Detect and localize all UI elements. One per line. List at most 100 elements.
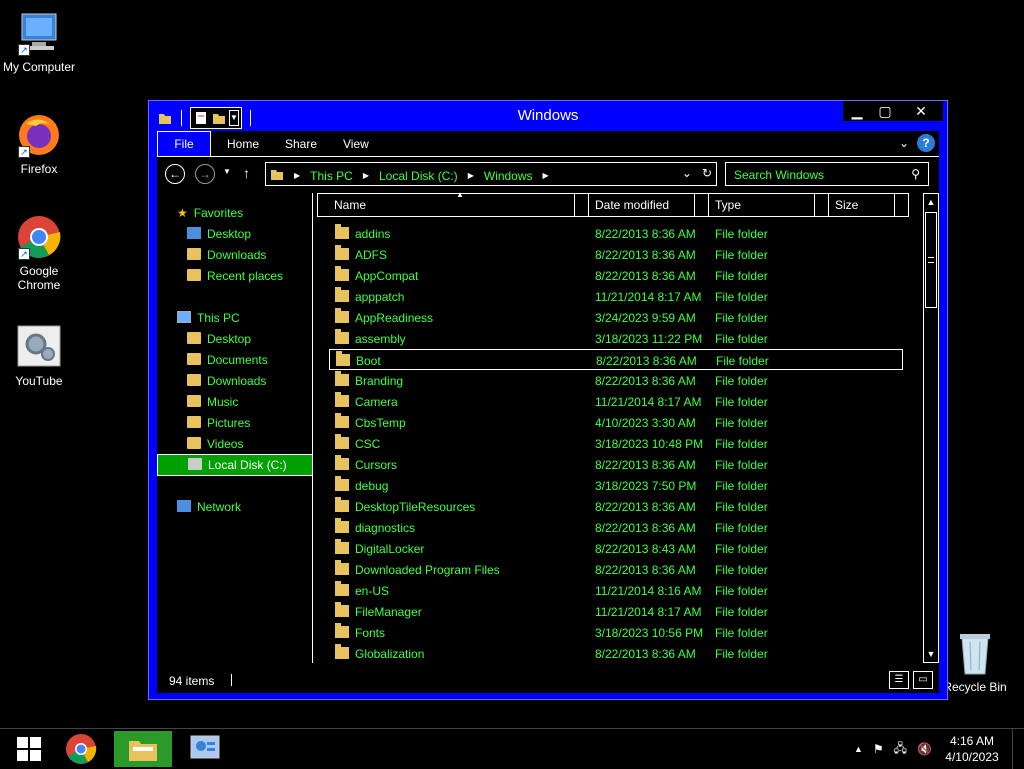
folder-icon (335, 329, 349, 344)
table-row[interactable]: CbsTemp 4/10/2023 3:30 AM File folder (329, 412, 903, 433)
nav-pc-documents[interactable]: Documents (187, 350, 268, 370)
vertical-scrollbar[interactable]: ▲ ▼ (923, 193, 939, 663)
table-row[interactable]: Fonts 3/18/2023 10:56 PM File folder (329, 622, 903, 643)
table-row[interactable]: diagnostics 8/22/2013 8:36 AM File folder (329, 517, 903, 538)
table-row[interactable]: assembly 3/18/2023 11:22 PM File folder (329, 328, 903, 349)
column-date[interactable]: Date modified (595, 198, 669, 212)
table-row[interactable]: Branding 8/22/2013 8:36 AM File folder (329, 370, 903, 391)
nav-fav-desktop[interactable]: Desktop (187, 224, 251, 244)
breadcrumb-windows[interactable]: Windows (484, 169, 533, 183)
address-bar[interactable]: ▶ This PC ▶ Local Disk (C:) ▶ Windows ▶ … (265, 162, 717, 186)
desktop-icon-firefox[interactable]: ↗ Firefox (0, 112, 78, 176)
scroll-thumb[interactable] (925, 212, 937, 308)
close-button[interactable]: ✕ (899, 101, 943, 121)
table-row[interactable]: apppatch 11/21/2014 8:17 AM File folder (329, 286, 903, 307)
refresh-icon[interactable]: ↻ (702, 166, 712, 180)
search-icon: ⚲ (911, 167, 920, 181)
nav-network[interactable]: Network (177, 497, 241, 517)
tab-view[interactable]: View (343, 137, 369, 151)
title-bar[interactable]: ▼ Windows ▁ ▢ ✕ (149, 101, 947, 131)
file-date: 8/22/2013 8:36 AM (595, 647, 696, 661)
file-name: DigitalLocker (355, 542, 425, 556)
maximize-button[interactable]: ▢ (871, 101, 899, 121)
table-row[interactable]: Globalization 8/22/2013 8:36 AM File folde… (329, 643, 903, 664)
forward-button[interactable]: → (195, 164, 215, 184)
table-row[interactable]: AppCompat 8/22/2013 8:36 AM File folder (329, 265, 903, 286)
tab-share[interactable]: Share (285, 137, 317, 151)
clock[interactable]: 4:16 AM 4/10/2023 (942, 733, 1002, 765)
table-row[interactable]: Camera 11/21/2014 8:17 AM File folder (329, 391, 903, 412)
large-icons-view-icon[interactable]: ▭ (913, 671, 933, 689)
chevron-down-icon[interactable]: ⌄ (682, 166, 692, 180)
table-row[interactable]: en-US 11/21/2014 8:16 AM File folder (329, 580, 903, 601)
show-hidden-icons-icon[interactable]: ▲ (854, 744, 863, 754)
tab-home[interactable]: Home (227, 137, 259, 151)
table-row[interactable]: CSC 3/18/2023 10:48 PM File folder (329, 433, 903, 454)
file-name: apppatch (355, 290, 405, 304)
drive-icon (188, 458, 202, 470)
desktop-icon-chrome[interactable]: ↗ Google Chrome (0, 214, 78, 292)
table-row[interactable]: addins 8/22/2013 8:36 AM File folder (329, 223, 903, 244)
scroll-up-icon[interactable]: ▲ (924, 194, 938, 210)
column-name[interactable]: Name (334, 198, 366, 212)
search-input[interactable]: Search Windows ⚲ (725, 162, 929, 186)
nav-pc-videos[interactable]: Videos (187, 434, 243, 454)
desktop-icon-youtube[interactable]: YouTube (0, 324, 78, 388)
show-desktop-button[interactable] (1012, 729, 1018, 769)
table-row[interactable]: debug 3/18/2023 7:50 PM File folder (329, 475, 903, 496)
table-row[interactable]: FileManager 11/21/2014 8:17 AM File folder (329, 601, 903, 622)
details-view-icon[interactable]: ☰ (889, 671, 909, 689)
volume-muted-icon[interactable]: 🔇 (917, 742, 932, 756)
back-button[interactable]: ← (165, 164, 185, 184)
nav-pc-downloads[interactable]: Downloads (187, 371, 266, 391)
minimize-button[interactable]: ▁ (843, 101, 871, 121)
up-arrow-icon[interactable]: ↑ (243, 165, 250, 181)
table-row[interactable]: Boot 8/22/2013 8:36 AM File folder (329, 349, 903, 370)
clock-time: 4:16 AM (949, 734, 995, 748)
gear-settings-icon (16, 324, 62, 370)
desktop-icon-my-computer[interactable]: ↗ My Computer (0, 10, 78, 74)
nav-fav-downloads[interactable]: Downloads (187, 245, 266, 265)
scroll-down-icon[interactable]: ▼ (924, 646, 938, 662)
nav-this-pc[interactable]: This PC (177, 308, 240, 328)
taskbar-control-panel[interactable] (176, 731, 234, 767)
action-center-flag-icon[interactable]: ⚑ (873, 742, 884, 756)
table-row[interactable]: ADFS 8/22/2013 8:36 AM File folder (329, 244, 903, 265)
table-row[interactable]: AppReadiness 3/24/2023 9:59 AM File folder (329, 307, 903, 328)
nav-pc-music[interactable]: Music (187, 392, 238, 412)
file-date: 3/18/2023 7:50 PM (595, 479, 697, 493)
folder-icon (335, 581, 349, 596)
nav-fav-recent[interactable]: Recent places (187, 266, 283, 286)
nav-pc-pictures[interactable]: Pictures (187, 413, 250, 433)
sort-up-icon: ▲ (456, 190, 464, 199)
expand-ribbon-icon[interactable]: ⌄ (899, 136, 909, 150)
nav-pc-local-disk[interactable]: Local Disk (C:) (157, 454, 313, 476)
shortcut-arrow-icon: ↗ (18, 146, 30, 158)
folder-icon (335, 413, 349, 428)
start-button[interactable] (0, 731, 58, 767)
column-type[interactable]: Type (715, 198, 741, 212)
recent-locations-icon[interactable]: ▼ (223, 167, 231, 176)
network-icon (177, 500, 191, 512)
taskbar-chrome[interactable] (52, 731, 110, 767)
table-row[interactable]: Downloaded Program Files 8/22/2013 8:36 A… (329, 559, 903, 580)
table-row[interactable]: DigitalLocker 8/22/2013 8:43 AM File folde… (329, 538, 903, 559)
table-row[interactable]: Cursors 8/22/2013 8:36 AM File folder (329, 454, 903, 475)
taskbar-file-explorer[interactable] (114, 731, 172, 767)
network-tray-icon[interactable]: 🖧 (894, 739, 907, 760)
nav-favorites[interactable]: ★ Favorites (177, 203, 243, 223)
file-name: DesktopTileResources (355, 500, 476, 514)
column-size[interactable]: Size (835, 198, 858, 212)
star-icon: ★ (177, 206, 188, 220)
file-type: File folder (715, 437, 768, 451)
tab-file[interactable]: File (157, 131, 211, 157)
breadcrumb-local-disk[interactable]: Local Disk (C:) (379, 169, 458, 183)
table-row[interactable]: DesktopTileResources 8/22/2013 8:36 AM Fil… (329, 496, 903, 517)
file-name: Globalization (355, 647, 425, 661)
file-date: 11/21/2014 8:17 AM (595, 605, 702, 619)
breadcrumb-this-pc[interactable]: This PC (310, 169, 353, 183)
help-icon[interactable]: ? (917, 134, 935, 152)
explorer-window: ▼ Windows ▁ ▢ ✕ File Home Share View ⌄ ?… (148, 100, 948, 700)
file-date: 11/21/2014 8:17 AM (595, 395, 702, 409)
nav-pc-desktop[interactable]: Desktop (187, 329, 251, 349)
